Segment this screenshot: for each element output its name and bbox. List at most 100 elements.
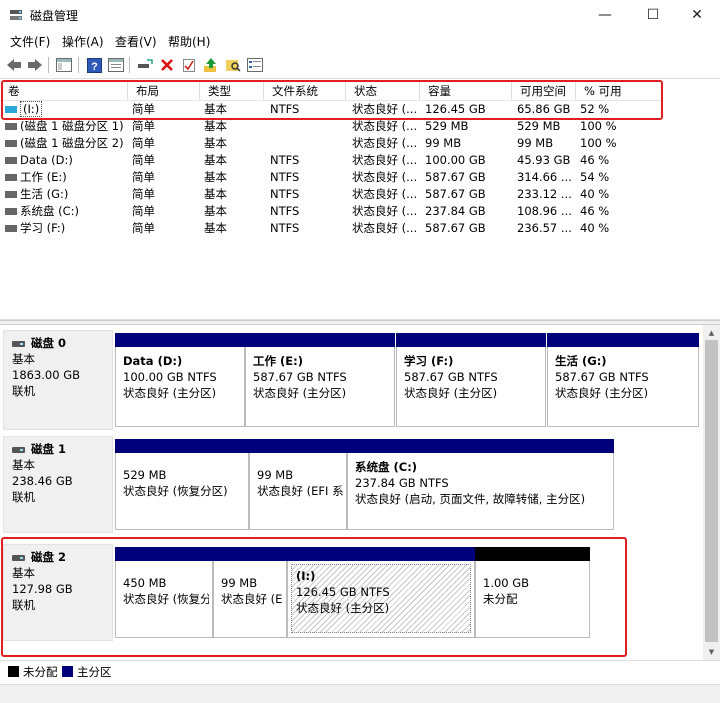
status-bar <box>0 684 720 703</box>
menu-view[interactable]: 查看(V) <box>115 33 157 50</box>
minimize-button[interactable]: — <box>582 0 628 30</box>
svg-text:?: ? <box>91 61 98 73</box>
cell-pct: 46 % <box>580 153 610 167</box>
legend-label-primary: 主分区 <box>77 665 112 679</box>
table-row[interactable]: 学习 (F:) 简单 基本 NTFS 状态良好 (... 587.67 GB 236.57 … <box>0 220 662 237</box>
properties-icon[interactable] <box>107 56 125 74</box>
menu-help[interactable]: 帮助(H) <box>168 33 210 50</box>
volume-name: 学习 (F:) <box>20 221 66 235</box>
cell-name: 系统盘 (C:) <box>5 203 128 220</box>
partition-status: 状态良好 (主分区) <box>555 386 649 400</box>
partition-title: 学习 (F:) <box>404 354 454 368</box>
up-arrow-icon[interactable] <box>202 56 220 74</box>
primary-partition-bar <box>396 333 546 347</box>
partition-0-1[interactable]: 工作 (E:) 587.67 GB NTFS 状态良好 (主分区) <box>245 333 395 427</box>
partition-body: 工作 (E:) 587.67 GB NTFS 状态良好 (主分区) <box>249 350 391 422</box>
cell-fs: NTFS <box>270 204 300 218</box>
cell-pct: 54 % <box>580 170 610 184</box>
partition-body: Data (D:) 100.00 GB NTFS 状态良好 (主分区) <box>119 350 241 422</box>
disk-state: 联机 <box>12 384 35 398</box>
search-folder-icon[interactable] <box>224 56 242 74</box>
scrollbar-thumb[interactable] <box>705 340 718 642</box>
help-icon[interactable]: ? <box>85 56 103 74</box>
cell-type: 基本 <box>204 221 227 235</box>
toolbar-separator <box>48 57 49 73</box>
partition-status: 状态良好 (启动, 页面文件, 故障转储, 主分区) <box>355 492 586 506</box>
volume-icon <box>5 225 17 232</box>
cell-type: 基本 <box>204 170 227 184</box>
disk-size: 238.46 GB <box>12 474 73 488</box>
table-row[interactable]: Data (D:) 简单 基本 NTFS 状态良好 (... 100.00 GB 45.93… <box>0 152 662 169</box>
cell-pct: 46 % <box>580 204 610 218</box>
toolbar-separator <box>78 57 79 73</box>
partition-0-0[interactable]: Data (D:) 100.00 GB NTFS 状态良好 (主分区) <box>115 333 245 427</box>
partition-size: 100.00 GB NTFS <box>123 370 217 384</box>
maximize-button[interactable]: ☐ <box>630 0 676 30</box>
cell-fs <box>270 118 348 135</box>
table-row[interactable]: 工作 (E:) 简单 基本 NTFS 状态良好 (... 587.67 GB 314.66 … <box>0 169 662 186</box>
scroll-down-arrow-icon[interactable]: ▼ <box>703 645 720 659</box>
cell-layout: 简单 <box>132 170 155 184</box>
cell-name: (磁盘 1 磁盘分区 1) <box>5 118 128 135</box>
primary-partition-bar <box>115 333 245 347</box>
cell-status: 状态良好 (... <box>352 136 418 150</box>
cell-status: 状态良好 (... <box>352 119 418 133</box>
cell-name: Data (D:) <box>5 152 128 169</box>
partition-0-2[interactable]: 学习 (F:) 587.67 GB NTFS 状态良好 (主分区) <box>396 333 546 427</box>
cell-capacity: 100.00 GB <box>425 153 486 167</box>
disk-type: 基本 <box>12 352 35 366</box>
forward-icon[interactable] <box>26 56 44 74</box>
disk-label-0[interactable]: 磁盘 0 基本 1863.00 GB 联机 <box>3 330 113 430</box>
cell-type: 基本 <box>204 153 227 167</box>
scroll-up-arrow-icon[interactable]: ▲ <box>703 326 720 340</box>
back-icon[interactable] <box>5 56 23 74</box>
cell-type: 基本 <box>204 204 227 218</box>
cell-free: 236.57 ... <box>517 221 572 235</box>
cell-name: 学习 (F:) <box>5 220 128 237</box>
partition-0-3[interactable]: 生活 (G:) 587.67 GB NTFS 状态良好 (主分区) <box>547 333 699 427</box>
view-icon[interactable] <box>246 56 264 74</box>
cell-layout: 简单 <box>132 136 155 150</box>
cell-capacity: 529 MB <box>425 119 469 133</box>
console-tree-icon[interactable] <box>55 56 73 74</box>
menu-file[interactable]: 文件(F) <box>10 33 50 50</box>
menu-action[interactable]: 操作(A) <box>62 33 104 50</box>
cell-layout: 简单 <box>132 221 155 235</box>
check-icon[interactable] <box>180 56 198 74</box>
primary-partition-bar <box>249 439 347 453</box>
table-row[interactable]: (磁盘 1 磁盘分区 1) 简单 基本 状态良好 (... 529 MB 529 MB 10… <box>0 118 662 135</box>
partition-status: 状态良好 (主分区) <box>404 386 498 400</box>
partition-status: 状态良好 (恢复分区) <box>123 484 228 498</box>
partition-1-0[interactable]: 529 MB 状态良好 (恢复分区) <box>115 439 249 530</box>
cell-status: 状态良好 (... <box>352 153 418 167</box>
cell-fs: NTFS <box>270 153 300 167</box>
cell-free: 99 MB <box>517 136 554 150</box>
cell-free: 529 MB <box>517 119 561 133</box>
partition-body: 学习 (F:) 587.67 GB NTFS 状态良好 (主分区) <box>400 350 542 422</box>
volume-name: Data (D:) <box>20 153 73 167</box>
partition-status: 状态良好 (主分区) <box>123 386 217 400</box>
partition-status: 状态良好 (EFI 系 <box>257 484 343 498</box>
volume-icon <box>5 208 17 215</box>
cell-layout: 简单 <box>132 187 155 201</box>
partition-1-1[interactable]: 99 MB 状态良好 (EFI 系 <box>249 439 347 530</box>
volume-name: 工作 (E:) <box>20 170 67 184</box>
partition-body: 99 MB 状态良好 (EFI 系 <box>253 456 343 525</box>
volume-name: (磁盘 1 磁盘分区 2) <box>20 136 124 150</box>
table-row[interactable]: 生活 (G:) 简单 基本 NTFS 状态良好 (... 587.67 GB 233.12 … <box>0 186 662 203</box>
table-row[interactable]: 系统盘 (C:) 简单 基本 NTFS 状态良好 (... 237.84 GB 108.96… <box>0 203 662 220</box>
partition-title: 生活 (G:) <box>555 354 607 368</box>
disk-management-icon <box>10 10 22 20</box>
partition-title <box>123 459 241 467</box>
table-row[interactable]: (磁盘 1 磁盘分区 2) 简单 基本 状态良好 (... 99 MB 99 MB 100 … <box>0 135 662 152</box>
close-button[interactable]: ✕ <box>674 0 720 30</box>
legend-label-unallocated: 未分配 <box>23 665 58 679</box>
cell-pct: 100 % <box>580 119 617 133</box>
partition-1-2[interactable]: 系统盘 (C:) 237.84 GB NTFS 状态良好 (启动, 页面文件, 故障… <box>347 439 614 530</box>
disk-label-1[interactable]: 磁盘 1 基本 238.46 GB 联机 <box>3 436 113 533</box>
delete-icon[interactable] <box>158 56 176 74</box>
primary-partition-bar <box>547 333 699 347</box>
cell-capacity: 99 MB <box>425 136 462 150</box>
cell-free: 314.66 ... <box>517 170 572 184</box>
connect-drive-icon[interactable] <box>136 56 154 74</box>
